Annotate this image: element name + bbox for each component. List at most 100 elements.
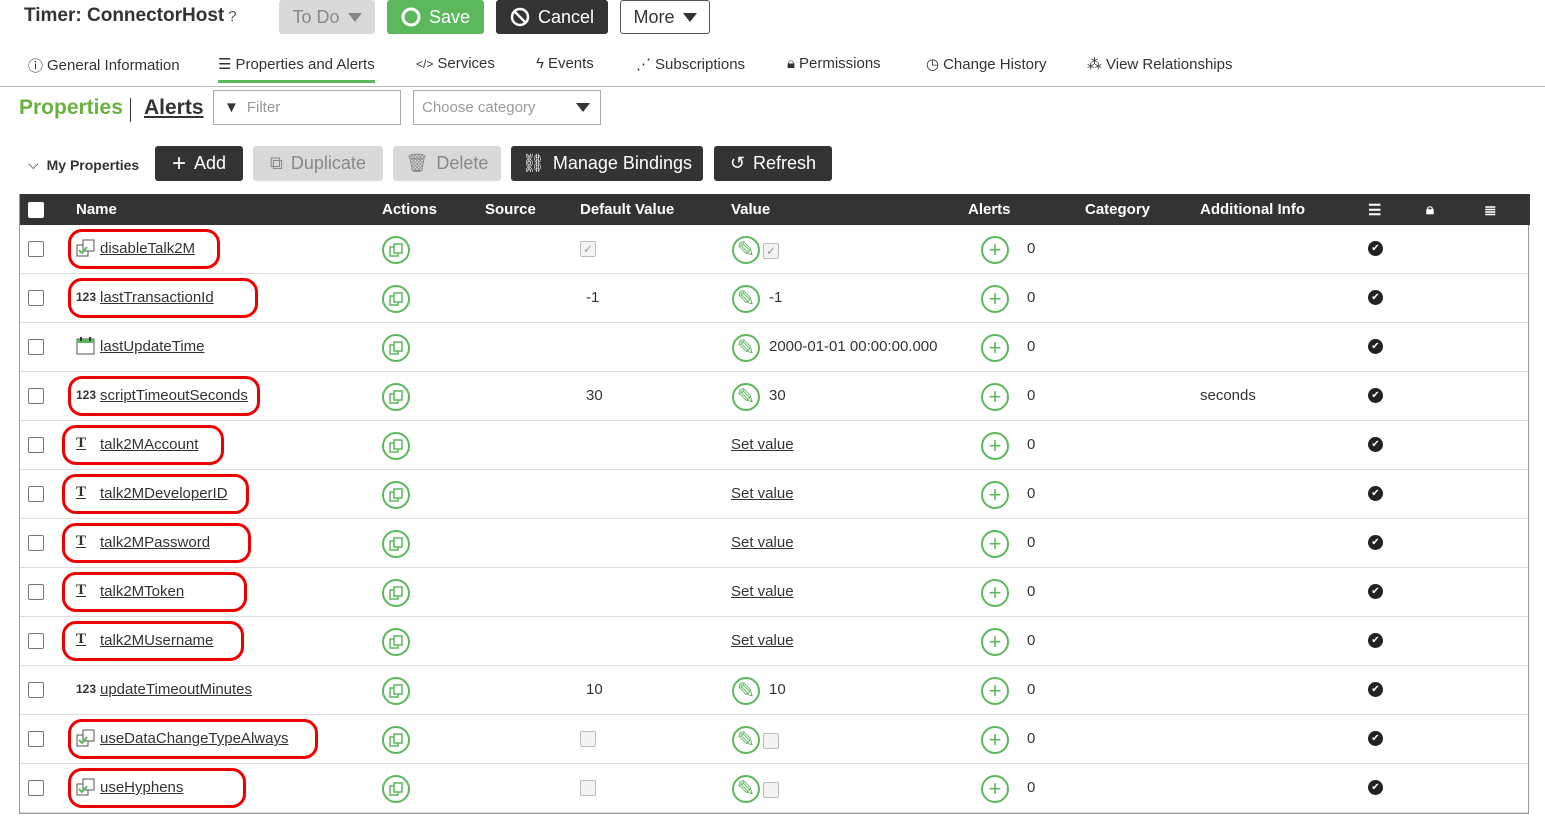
row-checkbox[interactable]	[28, 780, 44, 796]
add-alert-icon[interactable]: +	[981, 383, 1009, 411]
code-icon: </>	[416, 56, 434, 71]
select-all-checkbox[interactable]	[28, 202, 44, 218]
delete-button[interactable]: 🗑︎ Delete	[393, 146, 501, 181]
set-value-link[interactable]: Set value	[731, 485, 794, 502]
pencil-icon[interactable]: ✎	[732, 677, 760, 705]
tab-services[interactable]: </> Services	[416, 55, 495, 72]
manage-bindings-button[interactable]: ⛓︎ Manage Bindings	[511, 146, 703, 181]
row-checkbox[interactable]	[28, 682, 44, 698]
copy-icon[interactable]	[382, 481, 410, 509]
tab-subscriptions[interactable]: ⋰ Subscriptions	[636, 55, 745, 74]
row-checkbox[interactable]	[28, 241, 44, 257]
pencil-icon[interactable]: ✎	[732, 236, 760, 264]
copy-icon[interactable]	[382, 579, 410, 607]
copy-icon[interactable]	[382, 432, 410, 460]
set-value-link[interactable]: Set value	[731, 583, 794, 600]
annotation-highlight	[68, 278, 258, 318]
row-checkbox[interactable]	[28, 535, 44, 551]
add-alert-icon[interactable]: +	[981, 432, 1009, 460]
add-alert-icon[interactable]: +	[981, 285, 1009, 313]
add-alert-icon[interactable]: +	[981, 334, 1009, 362]
col-name[interactable]: Name	[76, 201, 117, 218]
tab-general-information[interactable]: ⓘ General Information	[28, 55, 180, 76]
pencil-icon[interactable]: ✎	[732, 285, 760, 313]
tab-permissions[interactable]: 🔒︎ Permissions	[787, 55, 881, 72]
ban-icon	[510, 7, 530, 27]
row-checkbox[interactable]	[28, 633, 44, 649]
copy-icon[interactable]	[382, 236, 410, 264]
row-checkbox[interactable]	[28, 290, 44, 306]
row-checkbox[interactable]	[28, 437, 44, 453]
copy-icon[interactable]	[382, 334, 410, 362]
duplicate-button[interactable]: ⧉ Duplicate	[253, 146, 383, 181]
tab-change-history[interactable]: ◷ Change History	[926, 55, 1046, 74]
add-alert-icon[interactable]: +	[981, 236, 1009, 264]
add-alert-icon[interactable]: +	[981, 530, 1009, 558]
chevron-down-icon	[682, 12, 697, 22]
copy-icon[interactable]	[382, 775, 410, 803]
row-checkbox[interactable]	[28, 339, 44, 355]
save-button[interactable]: Save	[387, 0, 484, 34]
properties-link[interactable]: Properties	[19, 96, 123, 120]
pencil-icon[interactable]: ✎	[732, 726, 760, 754]
annotation-highlight	[62, 621, 244, 661]
pencil-icon[interactable]: ✎	[732, 334, 760, 362]
add-alert-icon[interactable]: +	[981, 775, 1009, 803]
my-properties-toggle[interactable]: ⌵ My Properties	[28, 156, 139, 173]
col-default-value[interactable]: Default Value	[580, 201, 674, 218]
set-value-link[interactable]: Set value	[731, 436, 794, 453]
copy-icon[interactable]	[382, 530, 410, 558]
add-alert-icon[interactable]: +	[981, 579, 1009, 607]
todo-button[interactable]: To Do	[279, 0, 375, 34]
annotation-highlight	[62, 572, 247, 612]
col-value[interactable]: Value	[731, 201, 770, 218]
lock-icon[interactable]: 🔒︎	[1426, 201, 1434, 218]
alerts-link[interactable]: Alerts	[144, 96, 204, 120]
col-alerts[interactable]: Alerts	[968, 201, 1011, 218]
add-alert-icon[interactable]: +	[981, 628, 1009, 656]
top-bar: Timer: ConnectorHost? To Do Save Cancel …	[0, 0, 1545, 40]
table-row: Ttalk2MPassword Set value +0 ✔	[20, 519, 1528, 568]
copy-icon[interactable]	[382, 383, 410, 411]
tab-properties-and-alerts[interactable]: ☰ Properties and Alerts	[218, 55, 375, 83]
tab-events[interactable]: ϟ Events	[536, 55, 594, 72]
col-category[interactable]: Category	[1085, 201, 1150, 218]
set-value-link[interactable]: Set value	[731, 632, 794, 649]
database-icon[interactable]: ☰	[1368, 201, 1381, 219]
copy-icon[interactable]	[382, 628, 410, 656]
col-additional-info[interactable]: Additional Info	[1200, 201, 1305, 218]
alert-count: 0	[1027, 681, 1036, 698]
row-checkbox[interactable]	[28, 731, 44, 747]
copy-icon[interactable]	[382, 285, 410, 313]
add-alert-icon[interactable]: +	[981, 726, 1009, 754]
copy-icon[interactable]	[382, 677, 410, 705]
row-checkbox[interactable]	[28, 584, 44, 600]
property-name-link[interactable]: updateTimeoutMinutes	[100, 681, 252, 698]
filter-input[interactable]: ▼ Filter	[213, 90, 401, 125]
tab-view-relationships[interactable]: ⁂ View Relationships	[1087, 55, 1232, 74]
column-list-icon[interactable]: ≣	[1484, 201, 1497, 219]
add-alert-icon[interactable]: +	[981, 481, 1009, 509]
clock-icon: ◷	[926, 56, 940, 73]
alert-count: 0	[1027, 338, 1036, 355]
add-button[interactable]: + Add	[155, 146, 243, 181]
copy-icon[interactable]	[382, 726, 410, 754]
refresh-button[interactable]: ↺ Refresh	[714, 146, 832, 181]
help-icon[interactable]: ?	[228, 8, 236, 25]
property-value: -1	[769, 289, 783, 306]
check-circle-icon: ✔	[1368, 339, 1383, 354]
pencil-icon[interactable]: ✎	[732, 383, 760, 411]
row-checkbox[interactable]	[28, 388, 44, 404]
add-alert-icon[interactable]: +	[981, 677, 1009, 705]
row-checkbox[interactable]	[28, 486, 44, 502]
col-source[interactable]: Source	[485, 201, 536, 218]
set-value-link[interactable]: Set value	[731, 534, 794, 551]
cancel-button[interactable]: Cancel	[496, 0, 608, 34]
lock-icon: 🔒︎	[787, 55, 795, 72]
pencil-icon[interactable]: ✎	[732, 775, 760, 803]
category-select[interactable]: Choose category	[413, 90, 601, 125]
more-button[interactable]: More	[620, 0, 710, 34]
additional-info: seconds	[1200, 387, 1256, 404]
property-name-link[interactable]: lastUpdateTime	[100, 338, 205, 355]
annotation-highlight	[68, 376, 260, 416]
